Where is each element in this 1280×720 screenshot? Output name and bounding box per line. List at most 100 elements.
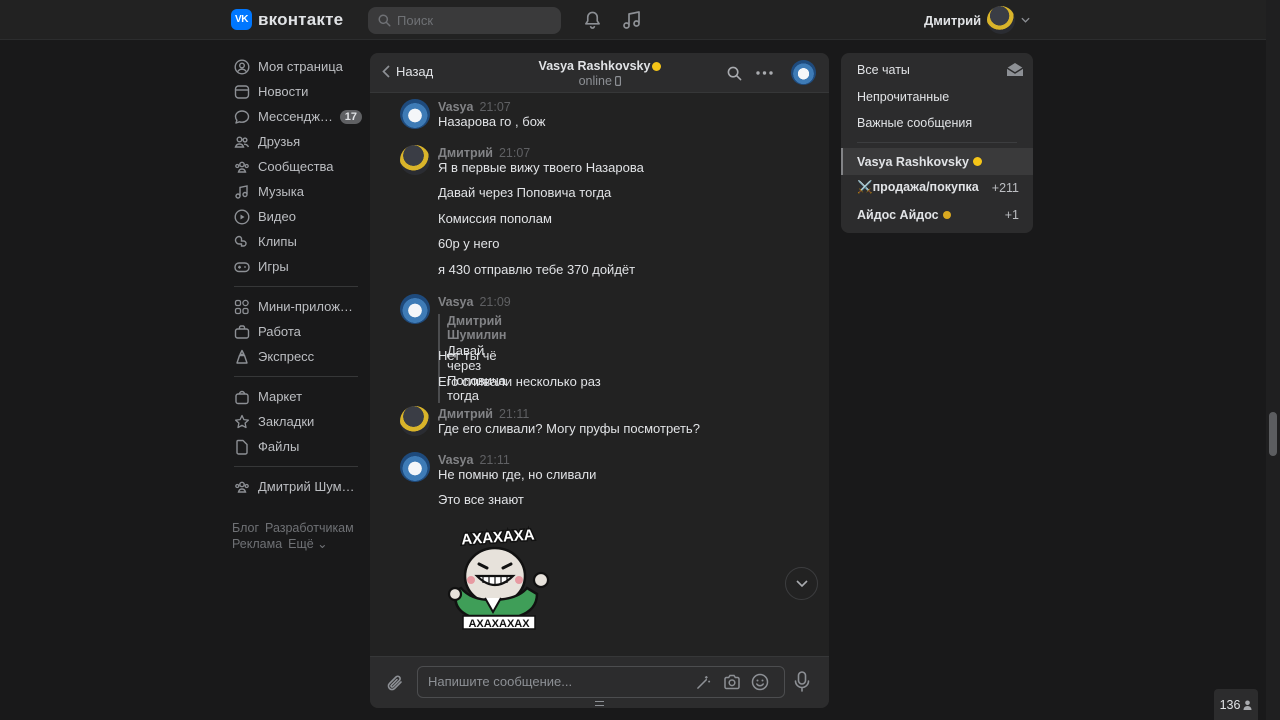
filter-unread[interactable]: Непрочитанные	[857, 90, 949, 104]
message-text: Его сливали несколько раз	[438, 374, 601, 389]
conversation-item[interactable]: Vasya Rashkovsky	[841, 148, 1033, 175]
search-icon[interactable]	[727, 66, 742, 81]
emoji-status-icon	[972, 157, 982, 166]
nav-label: Сообщества	[258, 159, 334, 174]
chevron-down-icon	[1021, 17, 1030, 23]
more-options-icon[interactable]	[756, 71, 773, 75]
message-input[interactable]	[428, 674, 688, 689]
message-author[interactable]: Дмитрий	[438, 407, 493, 421]
resize-grip-icon[interactable]	[595, 701, 604, 706]
footer-link-ads[interactable]: Реклама	[232, 537, 282, 551]
nav-item-bookmarks[interactable]: Закладки	[226, 409, 362, 434]
microphone-icon[interactable]	[794, 671, 810, 693]
message-author[interactable]: Дмитрий	[438, 146, 493, 160]
sender-avatar[interactable]	[400, 294, 430, 324]
sender-avatar[interactable]	[400, 406, 430, 436]
message-text: Не помню где, но сливали	[438, 467, 597, 482]
message-author[interactable]: Vasya	[438, 453, 473, 467]
nav-item-market[interactable]: Маркет	[226, 384, 362, 409]
filter-important[interactable]: Важные сообщения	[857, 116, 972, 130]
nav-label: Файлы	[258, 439, 300, 454]
nav-item-games[interactable]: Игры	[226, 254, 362, 279]
music-note-icon[interactable]	[622, 10, 642, 30]
peer-avatar[interactable]	[791, 60, 816, 85]
nav-item-group[interactable]: Дмитрий Шумилин	[226, 474, 362, 499]
peer-info[interactable]: Vasya Rashkovsky online	[480, 59, 720, 88]
bell-icon[interactable]	[583, 10, 602, 30]
nav-label: Экспресс	[258, 349, 315, 364]
friends-icon	[234, 136, 250, 148]
nav-item-clips[interactable]: Клипы	[226, 229, 362, 254]
camera-icon[interactable]	[723, 674, 741, 690]
user-name: Дмитрий	[924, 12, 982, 28]
footer-link-blog[interactable]: Блог	[232, 521, 259, 535]
conversation-item[interactable]: Айдос Айдос +1	[841, 201, 1033, 228]
nav-item-friends[interactable]: Друзья	[226, 129, 362, 154]
vk-logo[interactable]: VK вконтакте	[231, 9, 343, 30]
unread-count: +1	[1004, 207, 1019, 222]
user-menu[interactable]: Дмитрий	[924, 6, 1030, 34]
nav-label: Новости	[258, 84, 309, 99]
conversation-name: Vasya Rashkovsky	[857, 154, 969, 169]
nav-item-express[interactable]: Экспресс	[226, 344, 362, 369]
nav-label: Мессенджер	[258, 109, 334, 124]
nav-item-communities[interactable]: Сообщества	[226, 154, 362, 179]
nav-label: Моя страница	[258, 59, 343, 74]
magic-wand-icon[interactable]	[696, 675, 711, 690]
paperclip-icon[interactable]	[386, 673, 404, 693]
nav-item-work[interactable]: Работа	[226, 319, 362, 344]
vk-logo-text: вконтакте	[258, 9, 344, 29]
back-button[interactable]: Назад	[382, 64, 433, 79]
sender-avatar[interactable]	[400, 99, 430, 129]
nav-item-mini-apps[interactable]: Мини-приложения	[226, 294, 362, 319]
emoji-smile-icon[interactable]	[751, 673, 769, 691]
group-icon	[235, 481, 249, 493]
sticker-laughing-hamster[interactable]: АХАХАХА АХАХАХАХ	[443, 524, 553, 632]
sticker-bottom-text: АХАХАХАХ	[468, 618, 530, 630]
message-text: Назарова го , бож	[438, 114, 546, 129]
search-input[interactable]	[397, 13, 547, 28]
message-author[interactable]: Vasya	[438, 100, 473, 114]
sender-avatar[interactable]	[400, 452, 430, 482]
nav-item-files[interactable]: Файлы	[226, 434, 362, 459]
nav-item-music[interactable]: Музыка	[226, 179, 362, 204]
chevron-left-icon	[382, 65, 390, 78]
conversation-name: Айдос Айдос	[857, 207, 939, 222]
footer-links: Блог Разработчикам Реклама Ещё ⌄	[232, 520, 372, 552]
nav-item-video[interactable]: Видео	[226, 204, 362, 229]
communities-icon	[235, 161, 249, 173]
message-author[interactable]: Vasya	[438, 295, 473, 309]
online-counter[interactable]: 136	[1214, 689, 1258, 720]
message-input-box[interactable]	[417, 666, 785, 698]
conversations-panel: Все чаты Непрочитанные Важные сообщения …	[841, 53, 1033, 233]
message-text: я 430 отправлю тебе 370 дойдёт	[438, 262, 636, 277]
message-text: Я в первые вижу твоего Назарова	[438, 160, 644, 175]
footer-link-more[interactable]: Ещё ⌄	[288, 537, 328, 551]
filter-all-chats[interactable]: Все чаты	[857, 63, 910, 77]
star-icon	[234, 414, 250, 428]
sender-avatar[interactable]	[400, 145, 430, 175]
user-circle-icon	[234, 58, 250, 75]
footer-link-developers[interactable]: Разработчикам	[265, 521, 354, 535]
video-play-icon	[234, 208, 250, 225]
page-scrollbar[interactable]	[1266, 0, 1280, 720]
emoji-status-icon	[652, 62, 662, 72]
message-history: Vasya 21:07 Назарова го , бож Дмитрий 21:0…	[370, 94, 829, 656]
nav-label: Игры	[258, 259, 289, 274]
scroll-to-bottom-button[interactable]	[785, 567, 818, 600]
unread-count: +211	[991, 180, 1019, 195]
search-box[interactable]	[368, 7, 561, 34]
message-text: Это все знают	[438, 492, 524, 507]
page-scrollbar-thumb[interactable]	[1269, 412, 1277, 456]
message-time: 21:11	[479, 453, 510, 467]
nav-item-messenger[interactable]: Мессенджер 17	[226, 104, 362, 129]
emoji-status-icon	[942, 210, 951, 219]
envelope-open-icon[interactable]	[1006, 62, 1024, 77]
file-icon	[236, 439, 248, 455]
conversation-item[interactable]: ⚔️продажа/покупка +211	[841, 174, 1033, 201]
nav-label: Музыка	[258, 184, 304, 199]
nav-item-my-page[interactable]: Моя страница	[226, 54, 362, 79]
nav-label: Друзья	[258, 134, 301, 149]
nav-item-news[interactable]: Новости	[226, 79, 362, 104]
nav-label: Клипы	[258, 234, 297, 249]
